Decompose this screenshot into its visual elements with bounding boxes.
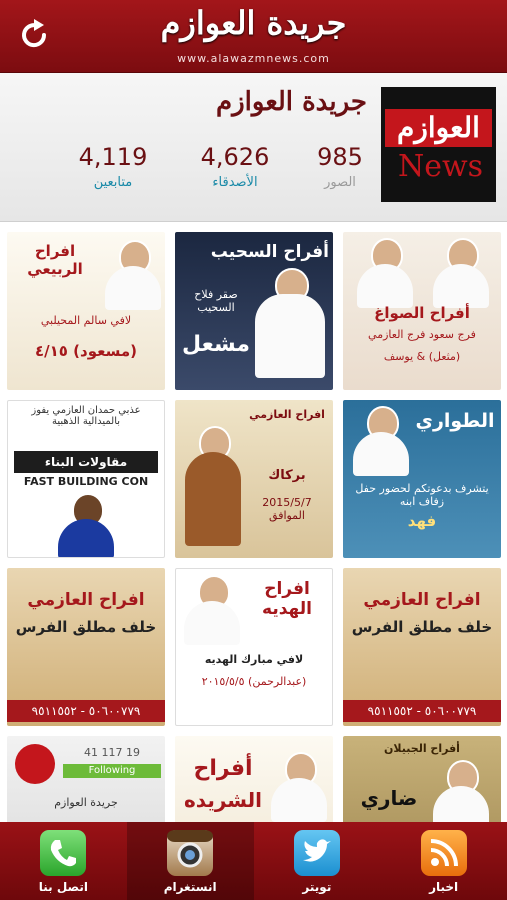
stat-label: الأصدقاء [212, 175, 258, 190]
tile-title: افراح العازمي [27, 590, 145, 610]
profile-avatar [15, 744, 55, 784]
tile-subtext: FAST BUILDING CON [23, 475, 149, 488]
tile-text: مقاولات البناء [14, 451, 158, 473]
tile-title: افراح الهديه [262, 579, 312, 619]
photo-tile[interactable]: افراح الهديه لافي مبارك الهديه (عبدالرحم… [175, 568, 333, 726]
tile-title: أفراح السحيب [210, 242, 329, 262]
tile-subtext: (مسعود) ٤/١٥ [34, 342, 137, 360]
person-image [185, 426, 241, 546]
tile-subtext: (عبدالرحمن) ٢٠١٥/٥/٥ [201, 675, 307, 688]
profile-logo[interactable]: العوازم News [381, 87, 496, 202]
twitter-icon [293, 830, 340, 876]
tile-title: افراح العازمي [249, 408, 325, 421]
header-title: جريدة العوازم [160, 4, 347, 42]
profile-name: جريدة العوازم [216, 87, 367, 117]
tile-text: لافي سالم المحيلبي [40, 314, 132, 327]
photo-tile[interactable]: افراح العازمي بركاك 2015/5/7 الموافق [175, 400, 333, 558]
person-image [353, 406, 409, 476]
tile-text: ضاري [360, 786, 418, 810]
bottom-navigation: اتصل بنا انستغرام تويتر اخبار [0, 822, 507, 900]
nav-twitter[interactable]: تويتر [254, 822, 381, 900]
photo-tile[interactable]: عذبي حمدان العازمي يفوز بالميدالية الذهب… [7, 400, 165, 558]
following-badge[interactable]: Following [63, 764, 161, 778]
tile-title: أفراح الصواغ [374, 304, 470, 322]
photo-tile[interactable]: أفراح الصواغ فرج سعود فرج العازمي (مثعل)… [343, 232, 501, 390]
tile-subtext: 2015/5/7 الموافق [262, 496, 312, 522]
tile-text: بركاك [268, 468, 306, 483]
logo-text-ar: العوازم [385, 109, 492, 147]
tile-subtext: (مثعل) & يوسف [383, 350, 461, 363]
tile-title: افراح الربيعي [27, 242, 83, 278]
photo-tile[interactable]: أفراح السحيب صقر فلاح السحيب مشعل [175, 232, 333, 390]
photo-tile[interactable]: أفراح الشريده [175, 736, 333, 822]
nav-news[interactable]: اخبار [380, 822, 507, 900]
tile-title: الطواري [415, 410, 495, 432]
tile-text: لافي مبارك الهديه [204, 653, 304, 666]
photo-tile[interactable]: 41 117 19 Following جريدة العوازم [7, 736, 165, 822]
stat-value: 985 [317, 143, 363, 171]
person-image [433, 760, 489, 822]
nav-contact[interactable]: اتصل بنا [0, 822, 127, 900]
nav-label: اتصل بنا [38, 880, 88, 894]
tile-text: خلف مطلق الفرس [351, 618, 493, 636]
photo-tile[interactable]: أفراح الجبيلان ضاري [343, 736, 501, 822]
person-image [255, 268, 325, 378]
photo-tile[interactable]: افراح العازمي خلف مطلق الفرس ٥٠٦٠٠٧٧٩ - … [7, 568, 165, 726]
person-image [357, 238, 413, 308]
tile-title: أفراح الجبيلان [384, 742, 460, 755]
person-image [58, 493, 114, 557]
tile-subtext: 41 117 19 [84, 746, 140, 759]
photo-tile[interactable]: افراح العازمي خلف مطلق الفرس ٥٠٦٠٠٧٧٩ - … [343, 568, 501, 726]
stat-value: 4,626 [200, 143, 270, 171]
nav-instagram[interactable]: انستغرام [126, 822, 254, 900]
photo-grid: أفراح الصواغ فرج سعود فرج العازمي (مثعل)… [0, 222, 507, 822]
person-image [184, 575, 240, 645]
photo-tile[interactable]: الطواري يتشرف بدعوتكم لحضور حفل زفاف ابن… [343, 400, 501, 558]
photo-tile[interactable]: افراح الربيعي لافي سالم المحيلبي (مسعود)… [7, 232, 165, 390]
tile-text: جريدة العوازم [54, 796, 118, 809]
person-image [271, 752, 327, 822]
tile-title: أفراح [193, 756, 253, 781]
tile-subtext: ٥٠٦٠٠٧٧٩ - ٩٥١١٥٥٢ [343, 700, 501, 722]
stat-value: 4,119 [78, 143, 148, 171]
logo-text-en: News [397, 149, 484, 184]
nav-label: تويتر [302, 880, 332, 894]
rss-icon [420, 830, 467, 876]
tile-subtext: فهد [407, 512, 437, 530]
app-header: جريدة العوازم www.alawazmnews.com [0, 0, 507, 73]
tile-text: الشريده [183, 788, 263, 812]
stat-photos[interactable]: 985 الصور [300, 143, 380, 190]
person-image [105, 240, 161, 310]
header-url: www.alawazmnews.com [177, 52, 330, 65]
profile-section: العوازم News جريدة العوازم 985 الصور 4,6… [0, 73, 507, 222]
instagram-icon [167, 830, 214, 876]
nav-label: اخبار [429, 880, 459, 894]
tile-subtext: ٥٠٦٠٠٧٧٩ - ٩٥١١٥٥٢ [7, 700, 165, 722]
stat-friends[interactable]: 4,626 الأصدقاء [190, 143, 280, 190]
tile-subtext: مشعل [181, 332, 251, 357]
tile-text: فرج سعود فرج العازمي [368, 328, 476, 341]
tile-title: عذبي حمدان العازمي يفوز بالميدالية الذهب… [31, 405, 141, 427]
person-image [433, 238, 489, 308]
stat-label: متابعين [93, 175, 133, 190]
stat-label: الصور [324, 175, 356, 190]
stat-followers[interactable]: 4,119 متابعين [68, 143, 158, 190]
tile-text: يتشرف بدعوتكم لحضور حفل زفاف ابنه [355, 482, 489, 508]
nav-label: انستغرام [163, 880, 217, 894]
tile-text: خلف مطلق الفرس [15, 618, 157, 636]
phone-icon [40, 830, 87, 876]
tile-title: افراح العازمي [363, 590, 481, 610]
tile-text: صقر فلاح السحيب [194, 288, 238, 314]
